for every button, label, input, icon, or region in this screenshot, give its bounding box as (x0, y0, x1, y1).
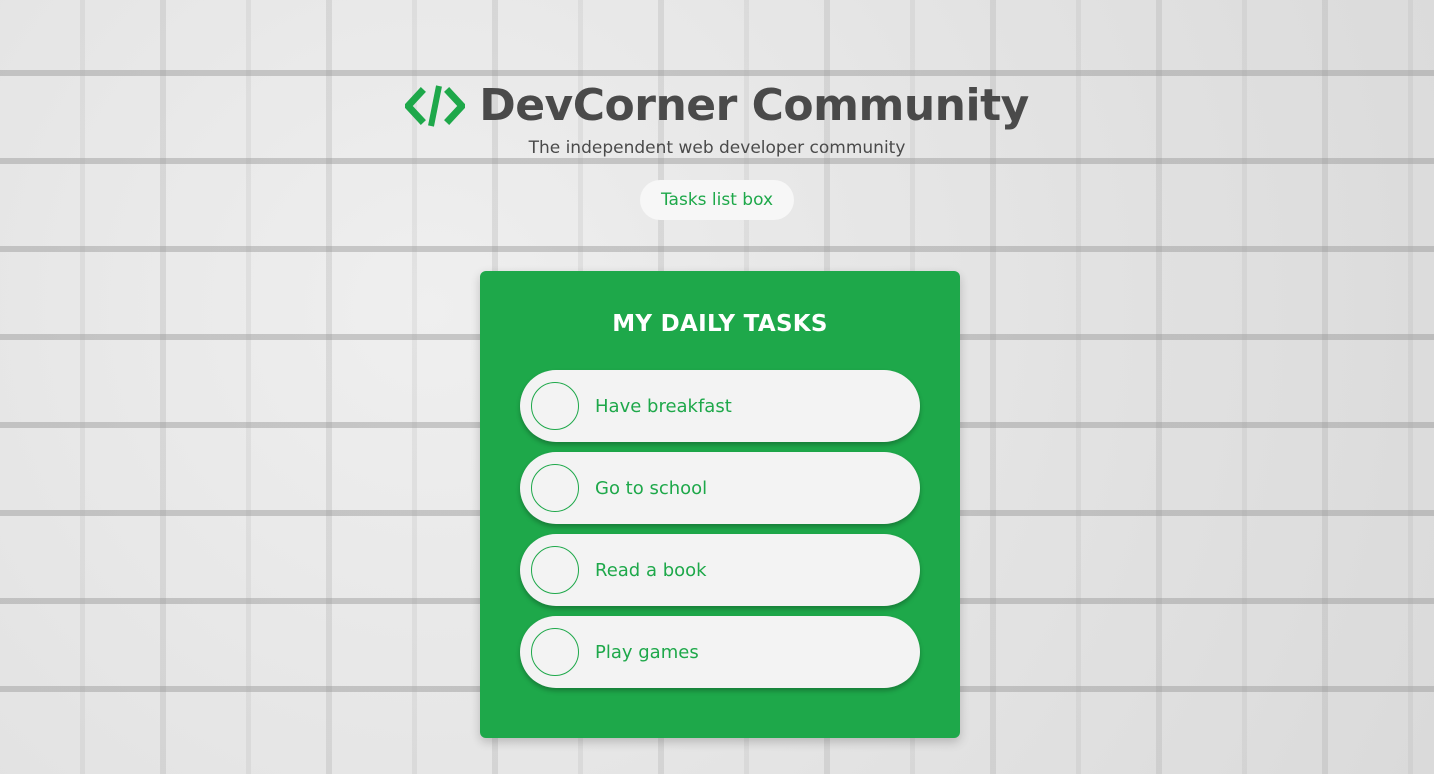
task-label: Play games (595, 641, 699, 663)
task-checkbox[interactable] (531, 382, 579, 430)
pill-wrap: Tasks list box (0, 180, 1434, 220)
task-item[interactable]: Play games (520, 616, 920, 688)
site-subtitle: The independent web developer community (528, 138, 906, 158)
task-label: Read a book (595, 559, 707, 581)
task-item[interactable]: Go to school (520, 452, 920, 524)
task-checkbox[interactable] (531, 464, 579, 512)
tasks-list-box-button[interactable]: Tasks list box (639, 180, 795, 220)
task-label: Go to school (595, 477, 708, 499)
card-title: MY DAILY TASKS (612, 311, 828, 337)
task-label: Have breakfast (595, 395, 732, 417)
code-brackets-icon (403, 82, 467, 130)
daily-tasks-card: MY DAILY TASKS Have breakfast Go to scho… (480, 271, 960, 738)
brand[interactable]: DevCorner Community (0, 78, 1434, 134)
task-item[interactable]: Have breakfast (520, 370, 920, 442)
site-header: DevCorner Community The independent web … (0, 78, 1434, 220)
task-checkbox[interactable] (531, 546, 579, 594)
task-item[interactable]: Read a book (520, 534, 920, 606)
task-list: Have breakfast Go to school Read a book … (520, 370, 920, 698)
site-title: DevCorner Community (479, 80, 1029, 131)
task-checkbox[interactable] (531, 628, 579, 676)
